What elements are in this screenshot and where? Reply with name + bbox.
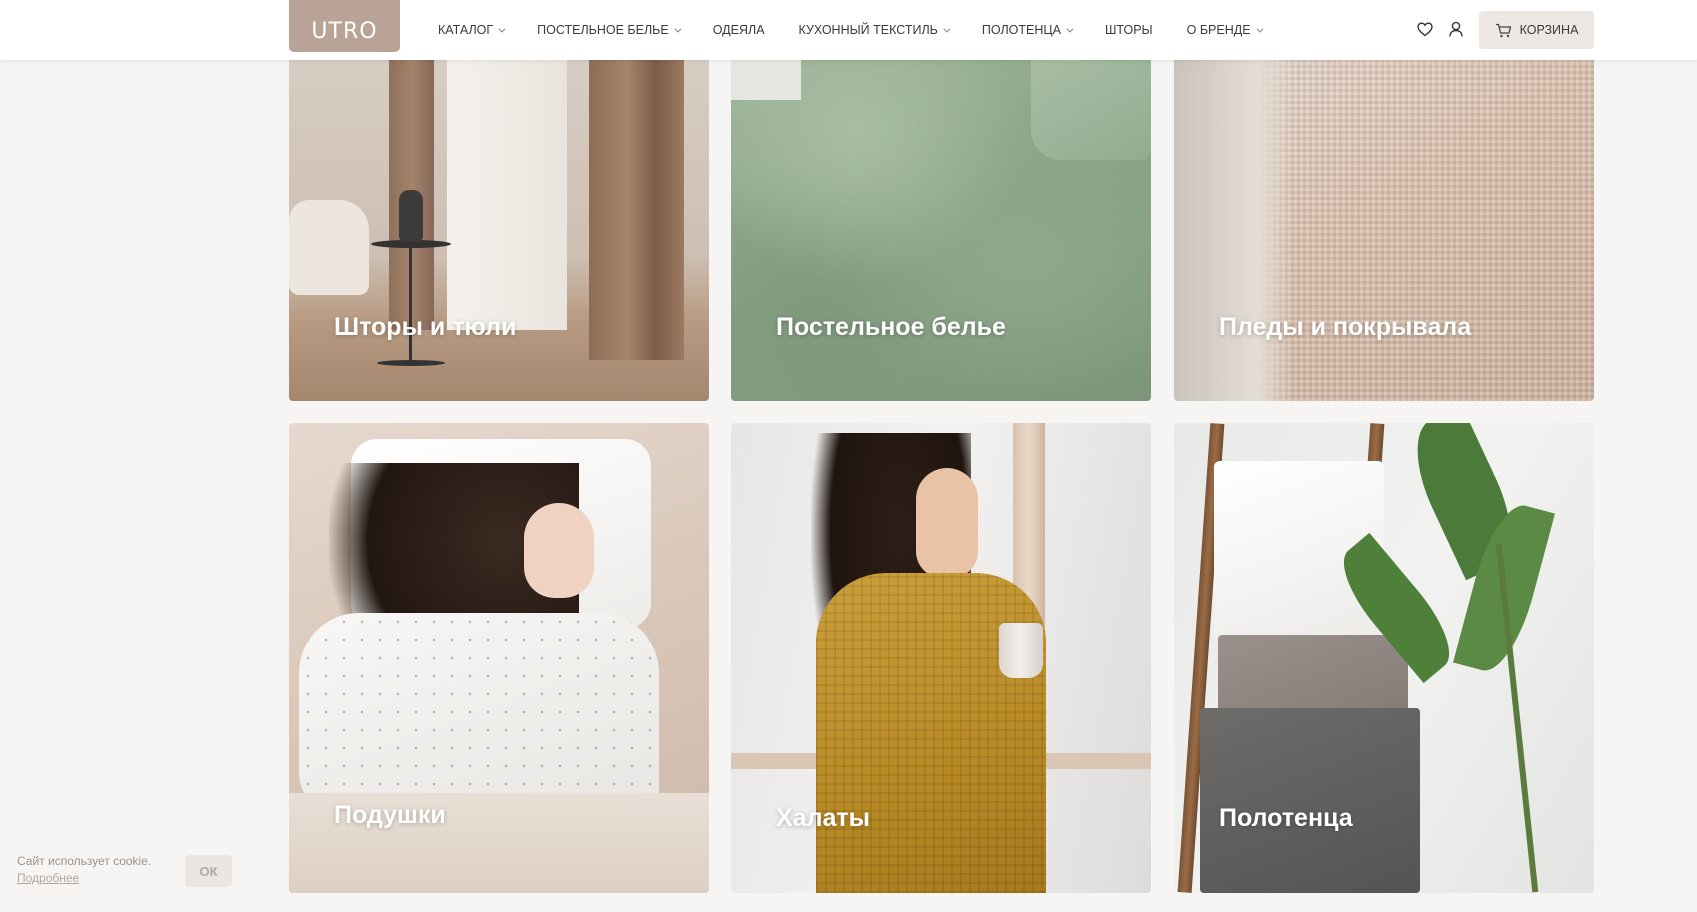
cart-button[interactable]: КОРЗИНА bbox=[1479, 11, 1594, 49]
category-card-robes[interactable]: Халаты bbox=[731, 423, 1151, 893]
category-card-curtains[interactable]: Шторы и тюли bbox=[289, 40, 709, 401]
chevron-down-icon bbox=[498, 25, 506, 33]
category-card-towels[interactable]: Полотенца bbox=[1174, 423, 1594, 893]
bed-sheet bbox=[1174, 40, 1294, 401]
nav-item-catalog[interactable]: КАТАЛОГ bbox=[438, 23, 506, 37]
chevron-down-icon bbox=[1066, 25, 1074, 33]
category-label: Халаты bbox=[776, 804, 870, 832]
nav-item-label: О БРЕНДЕ bbox=[1186, 23, 1251, 37]
nav-item-kitchen-textile[interactable]: КУХОННЫЙ ТЕКСТИЛЬ bbox=[798, 23, 951, 37]
table-base bbox=[377, 360, 445, 366]
nav-item-curtains[interactable]: ШТОРЫ bbox=[1105, 23, 1153, 37]
cookie-more-link[interactable]: Подробнее bbox=[17, 870, 151, 887]
cart-label: КОРЗИНА bbox=[1519, 23, 1579, 37]
nav-item-label: ШТОРЫ bbox=[1104, 23, 1153, 37]
nav-item-label: КУХОННЫЙ ТЕКСТИЛЬ bbox=[798, 23, 938, 37]
nav-item-towels[interactable]: ПОЛОТЕНЦА bbox=[981, 23, 1074, 37]
nav-item-label: КАТАЛОГ bbox=[438, 23, 494, 37]
cart-icon bbox=[1495, 23, 1511, 37]
nav-item-label: ПОЛОТЕНЦА bbox=[981, 23, 1061, 37]
vase bbox=[399, 190, 423, 242]
category-label: Пледы и покрывала bbox=[1219, 313, 1472, 341]
pajama-shirt bbox=[299, 613, 659, 813]
nav-item-label: ОДЕЯЛА bbox=[712, 23, 765, 37]
category-card-bedding[interactable]: Постельное белье bbox=[731, 40, 1151, 401]
curtain-drape bbox=[589, 40, 684, 360]
site-header: UTRO КАТАЛОГ ПОСТЕЛЬНОЕ БЕЛЬЕ ОДЕЯЛА КУХ… bbox=[0, 0, 1697, 60]
logo[interactable]: UTRO bbox=[289, 0, 400, 52]
nav-item-blankets[interactable]: ОДЕЯЛА bbox=[713, 23, 765, 37]
nav-item-label: ПОСТЕЛЬНОЕ БЕЛЬЕ bbox=[537, 23, 669, 37]
robe bbox=[816, 573, 1046, 893]
category-label: Полотенца bbox=[1219, 804, 1353, 832]
face bbox=[524, 503, 594, 598]
cookie-ok-button[interactable]: ОК bbox=[185, 855, 232, 887]
chevron-down-icon bbox=[943, 25, 951, 33]
category-label: Постельное белье bbox=[776, 313, 1006, 341]
main-nav: КАТАЛОГ ПОСТЕЛЬНОЕ БЕЛЬЕ ОДЕЯЛА КУХОННЫЙ… bbox=[421, 0, 1278, 60]
category-card-blankets[interactable]: Пледы и покрывала bbox=[1174, 40, 1594, 401]
category-label: Шторы и тюли bbox=[334, 313, 517, 341]
mug bbox=[999, 623, 1043, 678]
nav-item-about-brand[interactable]: О БРЕНДЕ bbox=[1186, 23, 1263, 37]
armchair bbox=[289, 200, 369, 295]
user-icon[interactable] bbox=[1446, 18, 1466, 40]
nav-item-bedding[interactable]: ПОСТЕЛЬНОЕ БЕЛЬЕ bbox=[537, 23, 682, 37]
table-leg bbox=[409, 245, 412, 365]
dark-towel bbox=[1200, 708, 1420, 893]
category-card-pillows[interactable]: Подушки bbox=[289, 423, 709, 893]
category-label: Подушки bbox=[334, 801, 446, 829]
heart-icon[interactable] bbox=[1415, 18, 1435, 40]
chevron-down-icon bbox=[674, 25, 682, 33]
cookie-text: Сайт использует cookie. bbox=[17, 854, 152, 868]
face bbox=[916, 468, 978, 578]
chevron-down-icon bbox=[1255, 25, 1263, 33]
cookie-notice: Сайт использует cookie. Подробнее bbox=[17, 853, 151, 887]
window-light bbox=[447, 40, 567, 330]
